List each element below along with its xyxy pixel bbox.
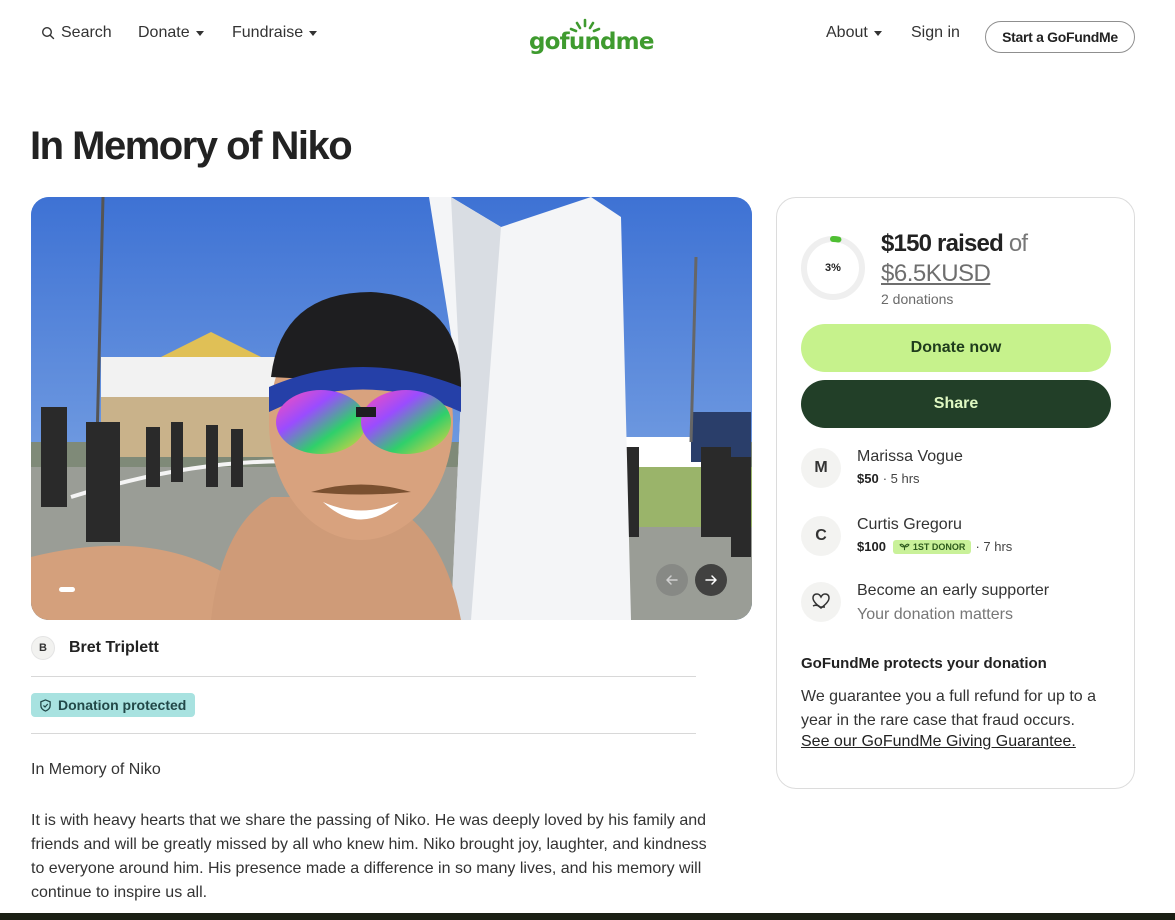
donate-now-button[interactable]: Donate now <box>801 324 1111 372</box>
arrow-left-icon <box>666 575 678 585</box>
top-nav: Search Donate Fundraise gofundme About S… <box>0 0 1175 72</box>
donor-item: C Curtis Gregoru $100 1ST DONOR · 7 hrs <box>801 516 1111 560</box>
donor-time: · 7 hrs <box>975 539 1013 554</box>
sign-in-label: Sign in <box>911 24 960 41</box>
campaign-photo[interactable] <box>31 197 752 620</box>
donation-protected-label: Donation protected <box>58 697 187 713</box>
carousel-next-button[interactable] <box>695 564 727 596</box>
raised-summary: $150 raised of <box>881 230 1028 258</box>
shield-icon <box>40 698 51 712</box>
organizer-name: Bret Triplett <box>69 639 159 656</box>
carousel-prev-button[interactable] <box>656 564 688 596</box>
caret-down-icon <box>195 31 204 36</box>
first-donor-label: 1ST DONOR <box>912 541 966 552</box>
divider <box>31 733 696 734</box>
guarantee-link[interactable]: See our GoFundMe Giving Guarantee. <box>801 733 1076 751</box>
share-button[interactable]: Share <box>801 380 1111 428</box>
about-menu[interactable]: About <box>826 24 882 42</box>
divider <box>31 676 696 677</box>
sign-in-link[interactable]: Sign in <box>911 24 960 42</box>
donation-protected-badge[interactable]: Donation protected <box>31 693 196 717</box>
sprout-icon <box>899 543 910 550</box>
story-title: In Memory of Niko <box>31 761 161 778</box>
organizer-avatar: B <box>31 636 55 660</box>
start-gofundme-button[interactable]: Start a GoFundMe <box>985 21 1135 53</box>
goal-amount[interactable]: $6.5KUSD <box>881 260 991 288</box>
caret-down-icon <box>309 31 318 36</box>
donations-count: 2 donations <box>881 291 954 307</box>
about-menu-label: About <box>826 24 868 41</box>
donate-menu[interactable]: Donate <box>138 24 204 42</box>
campaign-photo-image <box>31 197 752 620</box>
guarantee-body: We guarantee you a full refund for up to… <box>801 688 1097 729</box>
donor-amount: $100 <box>857 539 886 554</box>
bottom-edge <box>0 913 1175 920</box>
guarantee-heading: GoFundMe protects your donation <box>801 655 1047 672</box>
raised-of: of <box>1008 230 1028 257</box>
raised-amount: $150 raised <box>881 230 1004 257</box>
heart-hand-icon <box>801 582 841 622</box>
gofundme-logo[interactable]: gofundme <box>529 17 654 55</box>
donor-meta: $100 1ST DONOR · 7 hrs <box>857 539 1012 554</box>
caret-down-icon <box>873 31 882 36</box>
early-supporter-subtitle: Your donation matters <box>857 606 1013 623</box>
fundraise-menu-label: Fundraise <box>232 24 304 41</box>
search-link[interactable]: Search <box>41 24 112 42</box>
donor-name: Curtis Gregoru <box>857 516 962 533</box>
early-supporter-title: Become an early supporter <box>857 582 1050 599</box>
donation-card: 3% $150 raised of $6.5KUSD 2 donations D… <box>776 197 1135 789</box>
logo-text: gofundme <box>529 29 654 55</box>
donor-amount: $50 <box>857 471 879 486</box>
donate-menu-label: Donate <box>138 24 190 41</box>
arrow-right-icon <box>705 575 717 585</box>
progress-percent: 3% <box>825 262 841 274</box>
donor-item: M Marissa Vogue $50 · 5 hrs <box>801 448 1111 492</box>
donor-avatar: C <box>801 516 841 556</box>
fundraise-menu[interactable]: Fundraise <box>232 24 318 42</box>
donor-avatar: M <box>801 448 841 488</box>
donor-time: · 5 hrs <box>882 471 920 486</box>
early-supporter: Become an early supporter Your donation … <box>801 582 1111 626</box>
donor-name: Marissa Vogue <box>857 448 963 465</box>
search-icon <box>41 26 55 40</box>
story-body: It is with heavy hearts that we share th… <box>31 812 707 901</box>
donor-meta: $50 · 5 hrs <box>857 471 920 486</box>
campaign-title: In Memory of Niko <box>30 124 353 168</box>
organizer[interactable]: B Bret Triplett <box>31 636 159 660</box>
search-label: Search <box>61 24 112 41</box>
first-donor-badge: 1ST DONOR <box>892 539 972 554</box>
carousel-dot-active[interactable] <box>59 587 75 592</box>
